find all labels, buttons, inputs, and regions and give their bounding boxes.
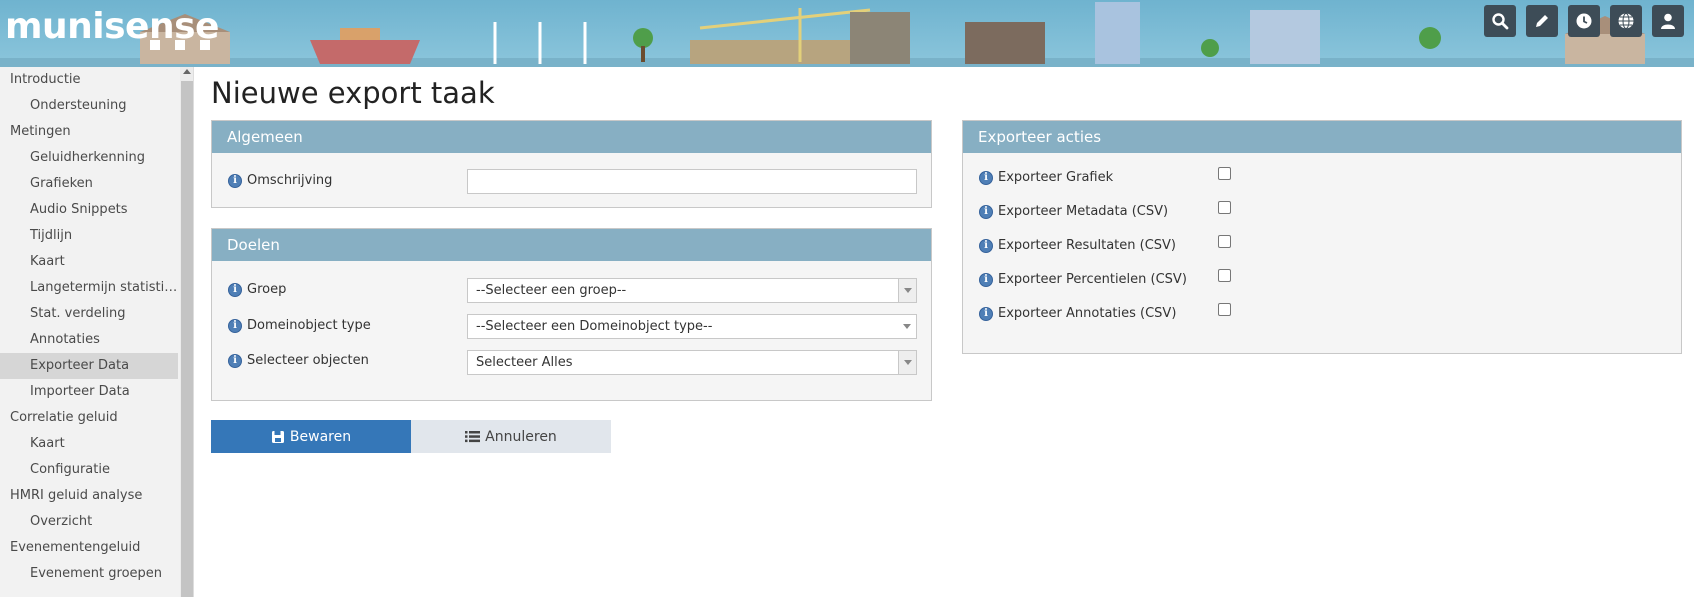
export-action-checkbox[interactable] [1218, 303, 1231, 316]
sidebar-item[interactable]: Stat. verdeling [0, 301, 178, 327]
doelen-panel: Doelen i Groep --Selecteer een groep-- i… [211, 228, 932, 401]
export-action-row: i Exporteer Grafiek [979, 170, 1113, 185]
info-icon[interactable]: i [228, 173, 242, 188]
search-icon [1492, 13, 1509, 30]
list-icon [465, 431, 481, 443]
groep-select[interactable]: --Selecteer een groep-- [467, 278, 917, 303]
sidebar-item[interactable]: Audio Snippets [0, 197, 178, 223]
objecten-select-value: Selecteer Alles [476, 355, 573, 370]
algemeen-heading: Algemeen [212, 121, 931, 153]
sidebar-item[interactable]: Importeer Data [0, 379, 178, 405]
info-icon[interactable]: i [228, 282, 242, 297]
sidebar-item[interactable]: Introductie [0, 67, 178, 93]
sidebar-item[interactable]: Configuratie [0, 457, 178, 483]
search-button[interactable] [1484, 5, 1516, 37]
groep-row: i Groep [228, 282, 286, 297]
sidebar-item[interactable]: Overzicht [0, 509, 178, 535]
export-action-label: Exporteer Annotaties (CSV) [998, 306, 1177, 321]
clock-icon [1576, 13, 1592, 29]
sidebar-item[interactable]: Exporteer Data [0, 353, 178, 379]
export-action-checkbox[interactable] [1218, 269, 1231, 282]
save-button[interactable]: Bewaren [211, 420, 411, 453]
info-icon[interactable]: i [228, 318, 242, 333]
cancel-button[interactable]: Annuleren [411, 420, 611, 453]
pencil-icon [1536, 15, 1548, 27]
munisense-logo[interactable]: munisense [5, 6, 219, 47]
groep-select-value: --Selecteer een groep-- [476, 283, 627, 298]
history-button[interactable] [1568, 5, 1600, 37]
export-action-row: i Exporteer Metadata (CSV) [979, 204, 1168, 219]
page-title: Nieuwe export taak [211, 76, 495, 110]
scrollbar-thumb[interactable] [181, 81, 193, 597]
doelen-heading: Doelen [212, 229, 931, 261]
chevron-down-icon[interactable] [898, 279, 916, 302]
export-action-label: Exporteer Metadata (CSV) [998, 204, 1169, 219]
sidebar-item[interactable]: Correlatie geluid [0, 405, 178, 431]
save-button-label: Bewaren [289, 428, 352, 445]
sidebar-item[interactable]: Evenement groepen [0, 561, 178, 587]
export-action-checkbox[interactable] [1218, 201, 1231, 214]
info-icon[interactable]: i [979, 170, 993, 185]
objecten-label: Selecteer objecten [247, 353, 369, 368]
globe-icon [1618, 13, 1634, 29]
sidebar-item[interactable]: Tijdlijn [0, 223, 178, 249]
export-action-label: Exporteer Resultaten (CSV) [998, 238, 1176, 253]
sidebar-item[interactable]: Ondersteuning [0, 93, 178, 119]
sidebar-scrollbar[interactable] [180, 67, 193, 597]
info-icon[interactable]: i [979, 272, 993, 287]
groep-label: Groep [247, 282, 287, 297]
domeinobject-select[interactable]: --Selecteer een Domeinobject type-- [467, 314, 917, 339]
export-action-row: i Exporteer Percentielen (CSV) [979, 272, 1187, 287]
header-toolbar [1484, 5, 1684, 37]
domeinobject-select-value: --Selecteer een Domeinobject type-- [476, 319, 713, 334]
edit-button[interactable] [1526, 5, 1558, 37]
sidebar-menu: Introductie Ondersteuning Metingen Geluidhe… [0, 67, 193, 587]
cancel-button-label: Annuleren [485, 428, 557, 445]
skyline-illustration [0, 2, 1694, 67]
export-action-checkbox[interactable] [1218, 167, 1231, 180]
scroll-up-icon[interactable] [183, 69, 191, 74]
omschrijving-row: i Omschrijving [228, 173, 332, 188]
domeinobject-label: Domeinobject type [247, 318, 371, 333]
sidebar-item[interactable]: Evenementengeluid [0, 535, 178, 561]
omschrijving-label: Omschrijving [247, 173, 333, 188]
sidebar-item[interactable]: Kaart [0, 249, 178, 275]
algemeen-panel: Algemeen i Omschrijving [211, 120, 932, 208]
info-icon[interactable]: i [979, 306, 993, 321]
exporteer-acties-heading: Exporteer acties [963, 121, 1681, 153]
export-action-checkbox[interactable] [1218, 235, 1231, 248]
domeinobject-row: i Domeinobject type [228, 318, 371, 333]
sidebar-item[interactable]: Kaart [0, 431, 178, 457]
sidebar-item[interactable]: Geluidherkenning [0, 145, 178, 171]
floppy-disk-icon [271, 430, 284, 443]
chevron-down-icon[interactable] [898, 351, 916, 374]
language-button[interactable] [1610, 5, 1642, 37]
info-icon[interactable]: i [979, 238, 993, 253]
sidebar-item[interactable]: Langetermijn statistieken [0, 275, 178, 301]
sidebar-nav: Introductie Ondersteuning Metingen Geluidhe… [0, 67, 194, 597]
info-icon[interactable]: i [228, 353, 242, 368]
sidebar-item[interactable]: HMRI geluid analyse [0, 483, 178, 509]
export-action-row: i Exporteer Resultaten (CSV) [979, 238, 1176, 253]
exporteer-acties-panel: Exporteer acties i Exporteer Grafiek i Expo… [962, 120, 1682, 354]
objecten-row: i Selecteer objecten [228, 353, 369, 368]
user-icon [1661, 13, 1675, 29]
app-header: munisense [0, 0, 1694, 67]
export-action-label: Exporteer Percentielen (CSV) [998, 272, 1187, 287]
objecten-select[interactable]: Selecteer Alles [467, 350, 917, 375]
export-action-row: i Exporteer Annotaties (CSV) [979, 306, 1176, 321]
sidebar-item[interactable]: Annotaties [0, 327, 178, 353]
export-action-label: Exporteer Grafiek [998, 170, 1114, 185]
sidebar-item[interactable]: Metingen [0, 119, 178, 145]
info-icon[interactable]: i [979, 204, 993, 219]
sidebar-item[interactable]: Grafieken [0, 171, 178, 197]
chevron-down-icon[interactable] [898, 315, 916, 338]
omschrijving-input[interactable] [467, 169, 917, 194]
user-button[interactable] [1652, 5, 1684, 37]
